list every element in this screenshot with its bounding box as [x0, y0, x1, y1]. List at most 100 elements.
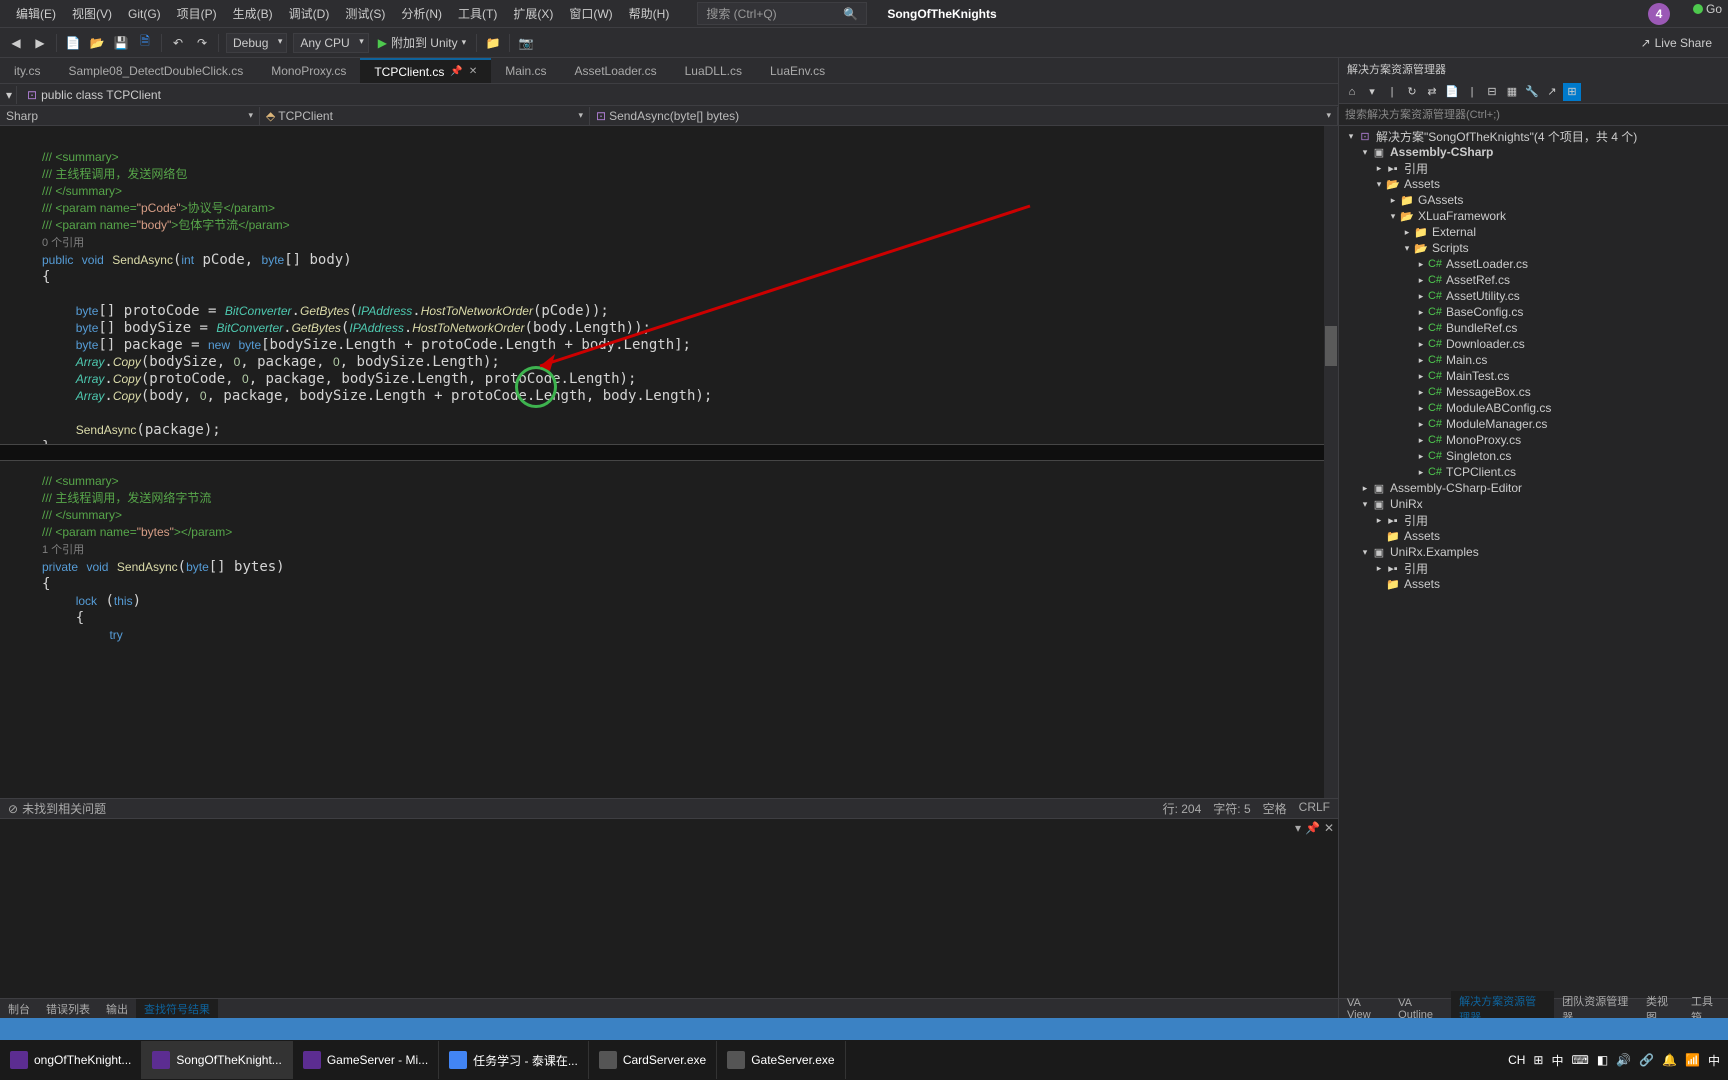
expand-icon[interactable]: ▾: [1387, 211, 1399, 222]
menu-view[interactable]: 视图(V): [64, 1, 120, 26]
tree-node[interactable]: ▸C#TCPClient.cs: [1339, 464, 1728, 480]
tray-icon[interactable]: 📶: [1685, 1053, 1700, 1067]
expand-icon[interactable]: ▸: [1415, 307, 1427, 318]
tree-node[interactable]: ▸C#ModuleABConfig.cs: [1339, 400, 1728, 416]
menu-project[interactable]: 项目(P): [169, 1, 225, 26]
platform-dropdown[interactable]: Any CPU: [293, 33, 368, 53]
dropdown-icon[interactable]: ▾: [1363, 83, 1381, 101]
menu-build[interactable]: 生成(B): [225, 1, 281, 26]
expand-icon[interactable]: ▸: [1415, 371, 1427, 382]
new-file-icon[interactable]: 📄: [62, 32, 84, 54]
tab-MonoProxycs[interactable]: MonoProxy.cs: [257, 58, 360, 83]
tray-icon[interactable]: 🔊: [1616, 1053, 1631, 1067]
tree-node[interactable]: 📁Assets: [1339, 528, 1728, 544]
tree-node[interactable]: ▸📁External: [1339, 224, 1728, 240]
tray-icon[interactable]: 中: [1708, 1052, 1720, 1069]
tree-node[interactable]: ▾⊡解决方案"SongOfTheKnights"(4 个项目，共 4 个): [1339, 128, 1728, 144]
menu-tools[interactable]: 工具(T): [450, 1, 505, 26]
tree-node[interactable]: ▸C#Singleton.cs: [1339, 448, 1728, 464]
tray-icon[interactable]: 中: [1551, 1052, 1563, 1069]
tree-node[interactable]: ▸C#Main.cs: [1339, 352, 1728, 368]
folder-icon[interactable]: 📁: [482, 32, 504, 54]
tree-node[interactable]: ▾📂Scripts: [1339, 240, 1728, 256]
menu-git[interactable]: Git(G): [120, 3, 169, 25]
tab-AssetLoadercs[interactable]: AssetLoader.cs: [561, 58, 671, 83]
tray-icon[interactable]: 🔗: [1639, 1053, 1654, 1067]
expand-icon[interactable]: ▸: [1415, 291, 1427, 302]
taskbar-item[interactable]: SongOfTheKnight...: [142, 1041, 292, 1079]
expand-icon[interactable]: ▸: [1373, 163, 1385, 174]
menu-test[interactable]: 测试(S): [337, 1, 393, 26]
scope-method-seg[interactable]: ⊡ SendAsync(byte[] bytes) ▾: [590, 107, 1338, 125]
tray-icon[interactable]: ⊞: [1533, 1053, 1543, 1067]
camera-icon[interactable]: 📷: [515, 32, 537, 54]
properties-icon[interactable]: 🔧: [1523, 83, 1541, 101]
expand-icon[interactable]: ▸: [1415, 435, 1427, 446]
nav-back-icon[interactable]: ◀: [5, 32, 27, 54]
redo-icon[interactable]: ↷: [191, 32, 213, 54]
expand-icon[interactable]: ▾: [1359, 147, 1371, 158]
expand-icon[interactable]: ▾: [1359, 499, 1371, 510]
tray-icon[interactable]: 🔔: [1662, 1053, 1677, 1067]
nav-fwd-icon[interactable]: ▶: [29, 32, 51, 54]
tree-node[interactable]: ▸C#AssetRef.cs: [1339, 272, 1728, 288]
tree-node[interactable]: ▾📂XLuaFramework: [1339, 208, 1728, 224]
tab-LuaEnvcs[interactable]: LuaEnv.cs: [756, 58, 839, 83]
se-search[interactable]: 搜索解决方案资源管理器(Ctrl+;): [1339, 104, 1728, 126]
config-dropdown[interactable]: Debug: [226, 33, 287, 53]
expand-icon[interactable]: ▸: [1373, 563, 1385, 574]
pin-icon[interactable]: 📌: [450, 66, 462, 77]
tree-node[interactable]: ▸▸▪引用: [1339, 560, 1728, 576]
tray-icon[interactable]: CH: [1508, 1053, 1525, 1067]
tray-icon[interactable]: ⌨: [1572, 1053, 1589, 1067]
save-all-icon[interactable]: 🗎: [134, 32, 156, 54]
menu-edit[interactable]: 编辑(E): [8, 1, 64, 26]
expand-icon[interactable]: ▸: [1415, 451, 1427, 462]
taskbar-item[interactable]: CardServer.exe: [589, 1041, 717, 1079]
menu-window[interactable]: 窗口(W): [561, 1, 620, 26]
tab-itycs[interactable]: ity.cs: [0, 58, 54, 83]
filter-icon[interactable]: ⊞: [1563, 83, 1581, 101]
menu-help[interactable]: 帮助(H): [621, 1, 678, 26]
menu-analyze[interactable]: 分析(N): [393, 1, 450, 26]
tree-node[interactable]: ▸C#MonoProxy.cs: [1339, 432, 1728, 448]
sync-icon[interactable]: ⇄: [1423, 83, 1441, 101]
nav-dropdown-icon[interactable]: ▾: [6, 88, 12, 102]
tree-node[interactable]: ▾▣Assembly-CSharp: [1339, 144, 1728, 160]
panel-close-icon[interactable]: ✕: [1324, 821, 1334, 835]
tree-node[interactable]: ▸C#AssetLoader.cs: [1339, 256, 1728, 272]
tab-output[interactable]: 输出: [98, 999, 136, 1019]
open-file-icon[interactable]: 📂: [86, 32, 108, 54]
expand-icon[interactable]: ▸: [1415, 467, 1427, 478]
tab-Maincs[interactable]: Main.cs: [491, 58, 560, 83]
expand-icon[interactable]: ▾: [1345, 131, 1357, 142]
scope-project[interactable]: Sharp ▾: [0, 107, 260, 125]
tab-Sample08_DetectDoubleClickcs[interactable]: Sample08_DetectDoubleClick.cs: [54, 58, 257, 83]
code-editor[interactable]: /// <summary> /// 主线程调用，发送网络包 /// </summ…: [0, 126, 1338, 798]
tree-node[interactable]: ▾▣UniRx: [1339, 496, 1728, 512]
tree-node[interactable]: ▸C#BundleRef.cs: [1339, 320, 1728, 336]
undo-icon[interactable]: ↶: [167, 32, 189, 54]
expand-icon[interactable]: ▸: [1373, 515, 1385, 526]
expand-icon[interactable]: ▸: [1387, 195, 1399, 206]
tree-node[interactable]: ▾📂Assets: [1339, 176, 1728, 192]
expand-icon[interactable]: ▸: [1359, 483, 1371, 494]
tab-LuaDLLcs[interactable]: LuaDLL.cs: [671, 58, 756, 83]
go-button[interactable]: Go: [1687, 0, 1728, 18]
expand-icon[interactable]: ▸: [1415, 275, 1427, 286]
expand-icon[interactable]: ▾: [1359, 547, 1371, 558]
tab-TCPClientcs[interactable]: TCPClient.cs📌✕: [360, 58, 491, 83]
taskbar-item[interactable]: 任务学习 - 泰课在...: [439, 1041, 589, 1079]
scope-class-seg[interactable]: ⬘ TCPClient ▾: [260, 107, 590, 125]
menu-extensions[interactable]: 扩展(X): [505, 1, 561, 26]
collapse-icon[interactable]: ⊟: [1483, 83, 1501, 101]
tree-node[interactable]: 📁Assets: [1339, 576, 1728, 592]
preview-icon[interactable]: ↗: [1543, 83, 1561, 101]
taskbar-item[interactable]: GameServer - Mi...: [293, 1041, 439, 1079]
tree-node[interactable]: ▸C#BaseConfig.cs: [1339, 304, 1728, 320]
attach-unity-button[interactable]: ▶ 附加到 Unity ▾: [372, 32, 472, 53]
close-icon[interactable]: ✕: [469, 66, 477, 77]
tree-node[interactable]: ▸C#Downloader.cs: [1339, 336, 1728, 352]
taskbar-item[interactable]: ongOfTheKnight...: [0, 1041, 142, 1079]
taskbar-item[interactable]: GateServer.exe: [717, 1041, 845, 1079]
